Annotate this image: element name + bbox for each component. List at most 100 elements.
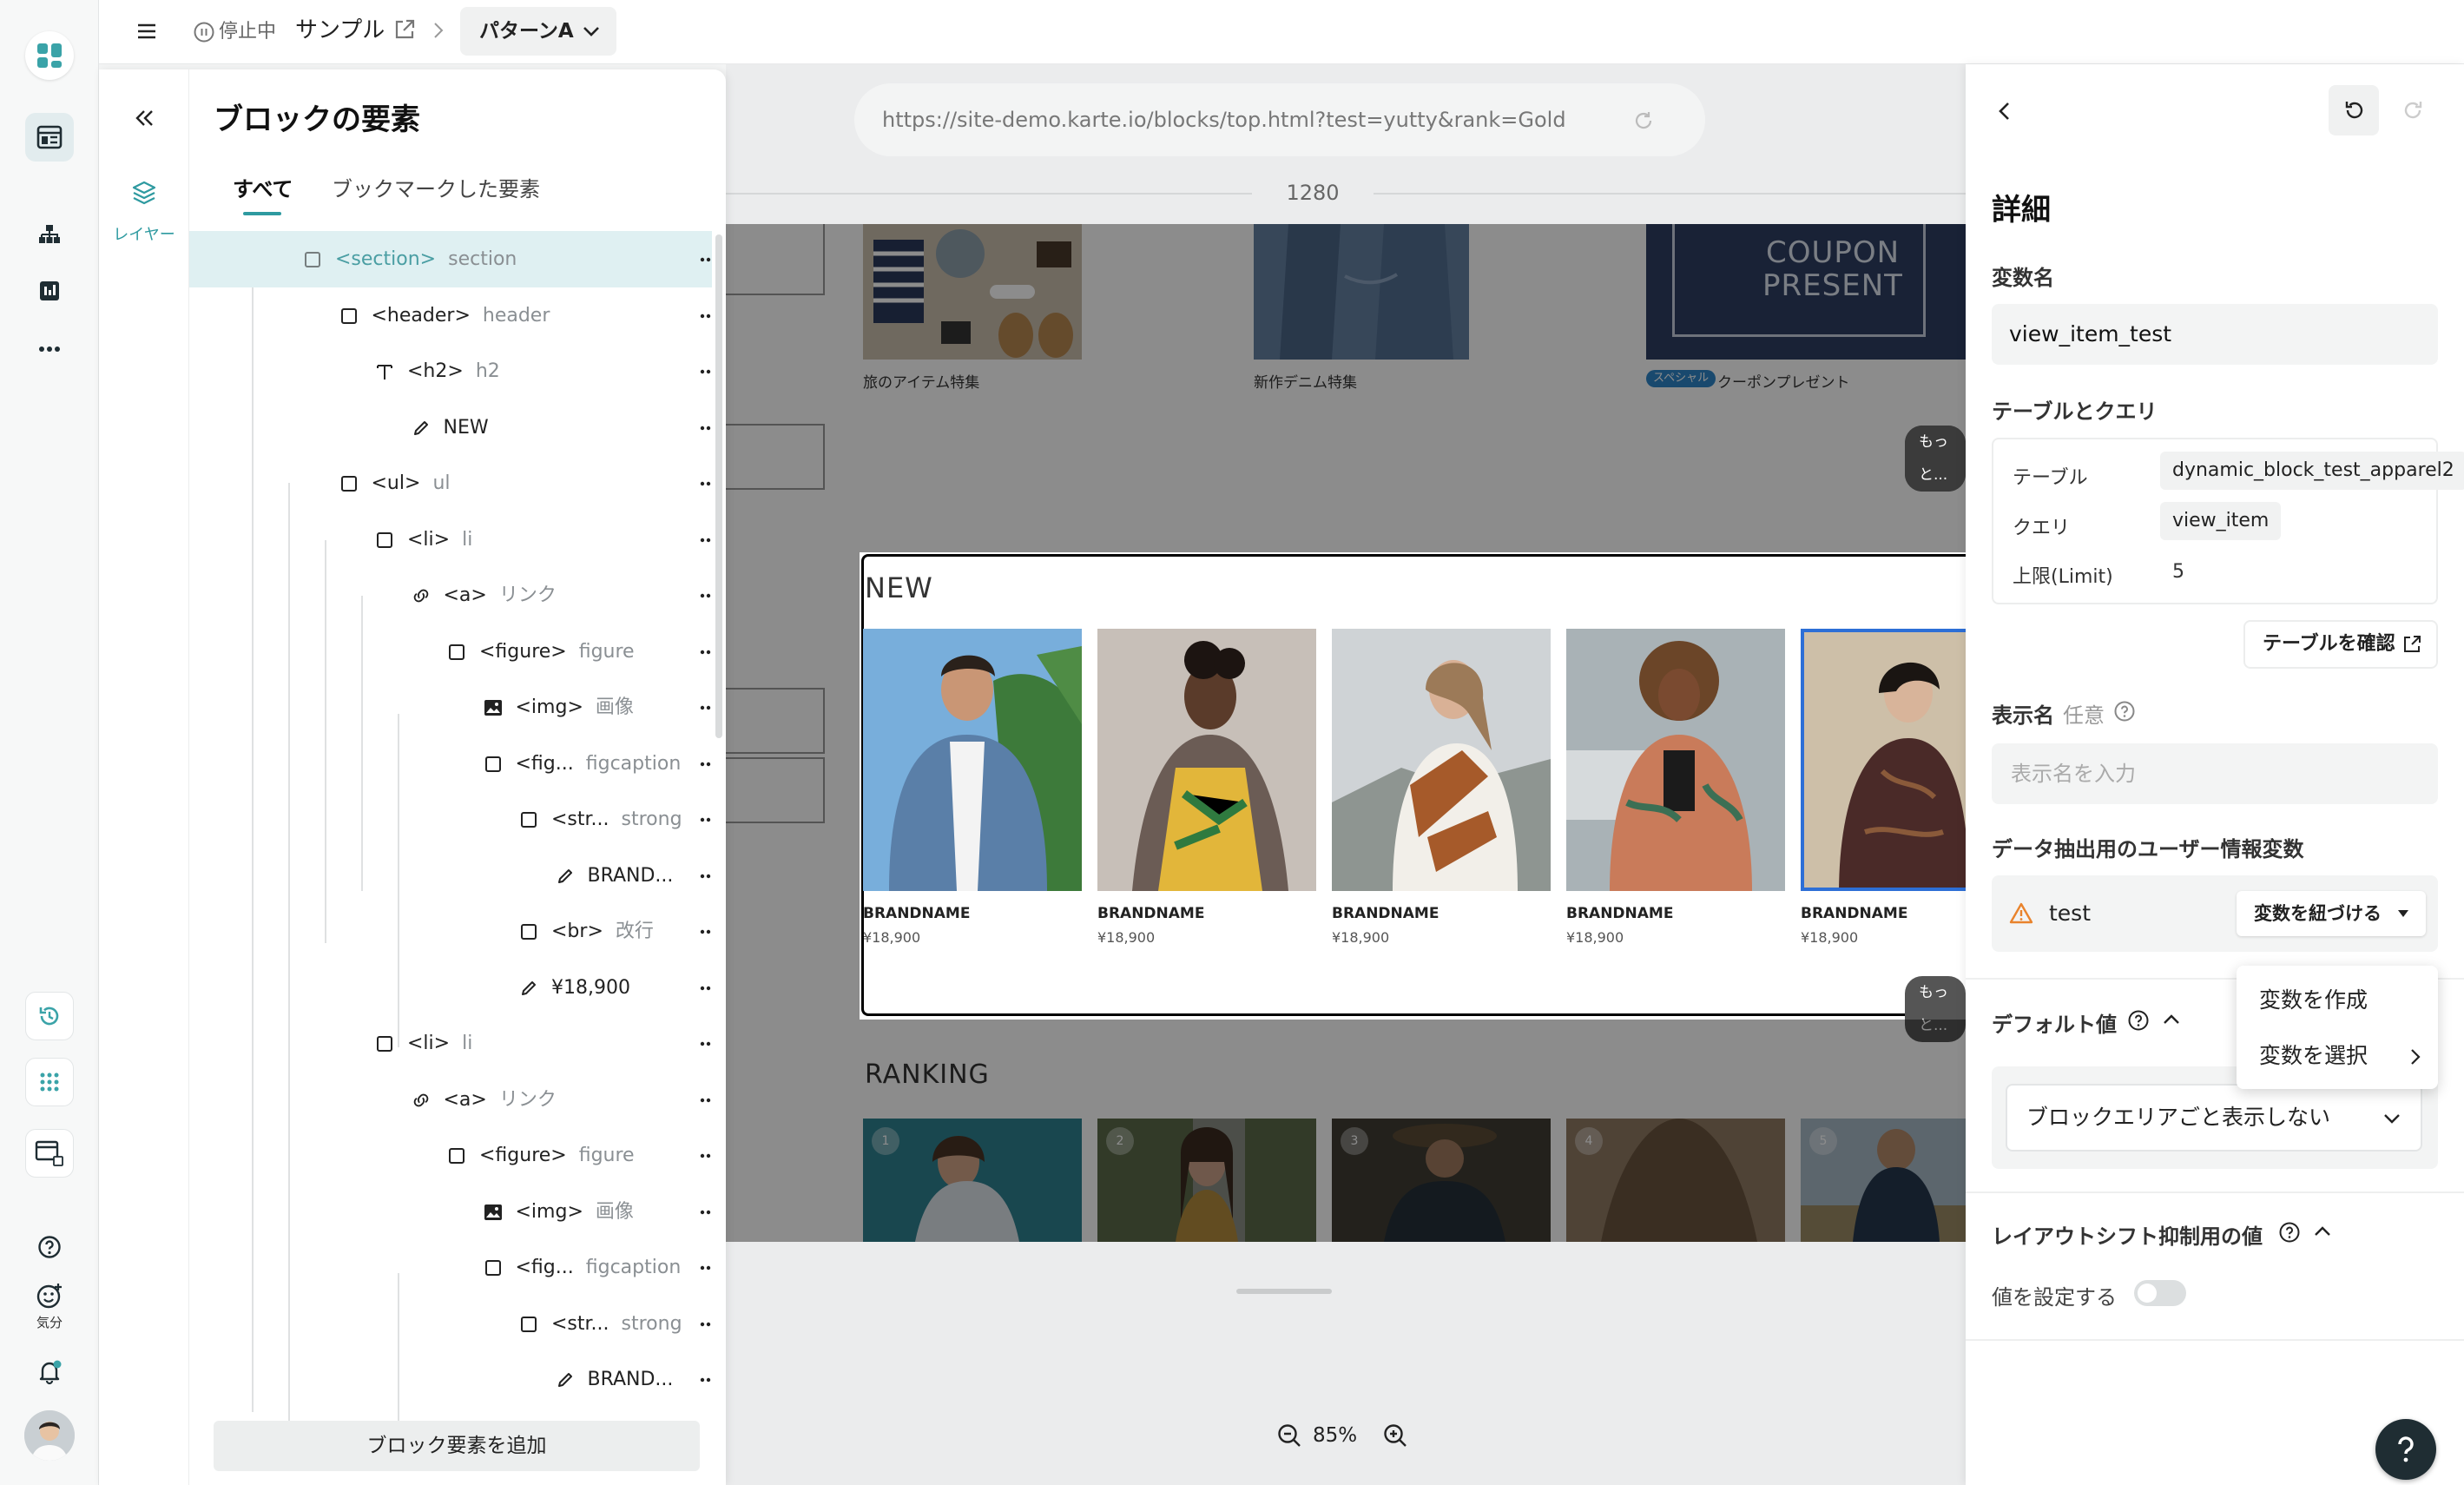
product-image[interactable] <box>1332 629 1551 891</box>
layers-icon[interactable] <box>130 179 158 207</box>
layer-row[interactable]: <figure> figure <box>189 1127 712 1184</box>
more-nav-icon[interactable] <box>25 325 74 373</box>
layer-row[interactable]: <h2> h2 <box>189 343 712 399</box>
layer-scrollbar[interactable] <box>715 234 722 738</box>
more-options-icon[interactable] <box>698 1033 712 1054</box>
redo-icon[interactable] <box>2400 97 2426 123</box>
more-options-icon[interactable] <box>698 921 712 942</box>
product-brand: BRANDNAME <box>1097 905 1205 922</box>
layer-row-tag: NEW <box>443 416 489 439</box>
more-options-icon[interactable] <box>698 642 712 663</box>
window-switch-icon[interactable] <box>25 1129 74 1178</box>
help-fab[interactable] <box>2375 1419 2436 1480</box>
layer-row[interactable]: <str... strong <box>189 791 712 848</box>
hamburger-menu-icon[interactable] <box>134 19 160 43</box>
external-link-icon[interactable] <box>392 17 417 42</box>
tab-bookmarked[interactable]: ブックマークした要素 <box>332 172 540 202</box>
layer-row[interactable]: NEW <box>189 399 712 456</box>
layer-row[interactable]: BRAND... <box>189 848 712 904</box>
table-value-chip[interactable]: dynamic_block_test_apparel2 <box>2160 452 2464 490</box>
site-name[interactable]: サンプル <box>295 14 385 47</box>
layer-row[interactable]: <a> リンク <box>189 1072 712 1128</box>
add-block-element-button[interactable]: ブロック要素を追加 <box>214 1421 700 1471</box>
more-options-icon[interactable] <box>698 473 712 494</box>
display-name-input[interactable]: 表示名を入力 <box>1992 743 2438 804</box>
more-options-icon[interactable] <box>698 1370 712 1390</box>
help-circle-icon[interactable] <box>2127 1009 2150 1032</box>
help-circle-icon[interactable] <box>2113 700 2136 723</box>
tab-all[interactable]: すべて <box>233 172 293 202</box>
blocks-nav-icon[interactable] <box>25 113 74 162</box>
apps-grid-icon[interactable] <box>25 1058 74 1106</box>
more-options-icon[interactable] <box>698 418 712 439</box>
user-avatar[interactable] <box>24 1410 75 1461</box>
layer-row[interactable]: BRAND... <box>189 1351 712 1408</box>
layer-row[interactable]: <ul> ul <box>189 455 712 512</box>
more-options-icon[interactable] <box>698 697 712 718</box>
layer-row[interactable]: <str... strong <box>189 1296 712 1352</box>
collapse-double-chevron-icon[interactable] <box>132 106 156 130</box>
more-options-icon[interactable] <box>698 585 712 606</box>
box-icon <box>518 921 539 942</box>
more-options-icon[interactable] <box>698 1314 712 1335</box>
url-bar[interactable]: https://site-demo.karte.io/blocks/top.ht… <box>854 83 1705 156</box>
more-options-icon[interactable] <box>698 1257 712 1278</box>
reload-icon[interactable] <box>1632 109 1655 132</box>
link-var-button[interactable]: 変数を紐づける <box>2237 891 2426 936</box>
layer-row[interactable]: <li> li <box>189 1015 712 1072</box>
product-image[interactable] <box>1566 629 1785 891</box>
display-name-placeholder: 表示名を入力 <box>2011 762 2136 786</box>
layer-row[interactable]: <figure> figure <box>189 624 712 680</box>
more-options-icon[interactable] <box>698 1090 712 1111</box>
var-name-input[interactable]: view_item_test <box>1992 304 2438 365</box>
chevron-up-icon[interactable] <box>2313 1224 2332 1238</box>
pattern-select[interactable]: パターンA <box>460 7 616 56</box>
help-icon[interactable] <box>25 1223 74 1271</box>
resize-handle[interactable] <box>1236 1289 1332 1294</box>
set-value-toggle[interactable] <box>2134 1280 2186 1306</box>
table-query-box: テーブル dynamic_block_test_apparel2 クエリ vie… <box>1992 438 2464 604</box>
more-options-icon[interactable] <box>698 306 712 327</box>
more-options-icon[interactable] <box>698 530 712 551</box>
layer-row[interactable]: <fig... figcaption <box>189 1239 712 1296</box>
product-image[interactable] <box>1097 629 1316 891</box>
layer-row[interactable]: <li> li <box>189 512 712 568</box>
more-options-icon[interactable] <box>698 978 712 999</box>
menu-item-create-variable[interactable]: 変数を作成 <box>2237 973 2438 1028</box>
notification-bell-icon[interactable] <box>25 1348 74 1396</box>
more-options-icon[interactable] <box>698 1202 712 1223</box>
layer-row[interactable]: <fig... figcaption <box>189 736 712 792</box>
layer-row[interactable]: <section> section <box>189 231 712 287</box>
history-icon[interactable] <box>25 992 74 1040</box>
layer-row-kind: ul <box>432 472 451 494</box>
layer-row[interactable]: ¥18,900 <box>189 960 712 1016</box>
more-options-icon[interactable] <box>698 1145 712 1166</box>
more-options-icon[interactable] <box>698 361 712 382</box>
more-options-icon[interactable] <box>698 866 712 887</box>
sitemap-nav-icon[interactable] <box>25 210 74 259</box>
more-button-dimmed[interactable]: もっと... <box>1905 426 1966 492</box>
help-circle-icon[interactable] <box>2278 1221 2301 1244</box>
back-chevron-icon[interactable] <box>1993 99 2016 123</box>
layer-row[interactable]: <img> 画像 <box>189 1184 712 1240</box>
more-options-icon[interactable] <box>698 809 712 830</box>
layer-row[interactable]: <a> リンク <box>189 567 712 624</box>
product-image-selected[interactable] <box>1801 629 1966 891</box>
undo-button[interactable] <box>2329 85 2379 135</box>
more-options-icon[interactable] <box>698 249 712 270</box>
chevron-up-icon[interactable] <box>2162 1013 2181 1026</box>
pencil-icon <box>518 978 539 999</box>
check-table-button[interactable]: テーブルを確認 <box>2243 620 2438 669</box>
layer-row[interactable]: <header> header <box>189 287 712 344</box>
report-nav-icon[interactable] <box>25 267 74 316</box>
mood-button[interactable]: 気分 <box>25 1277 74 1337</box>
query-value-chip[interactable]: view_item <box>2160 502 2282 540</box>
zoom-in-icon[interactable] <box>1382 1422 1408 1449</box>
layer-row[interactable]: <br> 改行 <box>189 903 712 960</box>
default-value-select[interactable]: ブロックエリアごと表示しない <box>2006 1084 2422 1152</box>
more-options-icon[interactable] <box>698 754 712 775</box>
app-logo-icon[interactable] <box>25 31 74 80</box>
layer-row[interactable]: <img> 画像 <box>189 679 712 736</box>
product-image[interactable] <box>863 629 1082 891</box>
zoom-out-icon[interactable] <box>1276 1422 1302 1449</box>
